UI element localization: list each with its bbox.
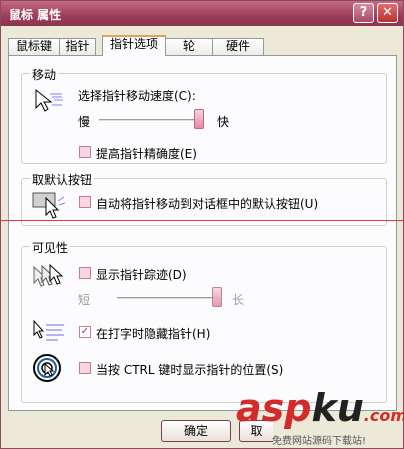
trails-slider-thumb[interactable] xyxy=(211,287,222,307)
watermark-tagline: 免费网站源码下载站! xyxy=(272,436,367,447)
show-location-label: 当按 CTRL 键时显示指针的位置(S) xyxy=(96,363,284,377)
speed-label: 选择指针移动速度(C): xyxy=(78,89,196,103)
tab-pointer-options[interactable]: 指针选项 xyxy=(102,35,166,56)
snap-to-group-label: 取默认按钮 xyxy=(30,171,95,188)
help-button[interactable]: ? xyxy=(353,3,374,23)
show-location-icon xyxy=(32,353,64,385)
tab-hardware[interactable]: 硬件 xyxy=(212,38,264,55)
precision-label: 提高指针精确度(E) xyxy=(96,147,197,161)
fast-label: 快 xyxy=(217,115,230,129)
tab-wheel[interactable]: 轮 xyxy=(165,38,213,55)
long-label: 长 xyxy=(232,293,245,307)
visibility-group: 可见性 显示指针踪迹(D) 短 长 ✓ 在打字时隐藏指针(H) 当按 CTRL … xyxy=(21,239,387,403)
watermark-brand-ku: ku xyxy=(311,386,364,430)
snap-to-default-icon xyxy=(32,189,66,219)
slow-label: 慢 xyxy=(78,115,91,129)
pointer-speed-icon xyxy=(32,88,64,114)
ok-button[interactable]: 确定 xyxy=(161,420,231,442)
annotation-line xyxy=(0,220,404,221)
close-button[interactable]: ✕ xyxy=(377,3,398,23)
window-title: 鼠标 属性 xyxy=(9,8,62,22)
tab-pointers[interactable]: 指针 xyxy=(59,38,96,55)
snap-to-label: 自动将指针移动到对话框中的默认按钮(U) xyxy=(96,197,319,211)
short-label: 短 xyxy=(78,293,91,307)
tab-panel: 移动 选择指针移动速度(C): 慢 快 提高指针精确度(E) 取默认按钮 自动将… xyxy=(8,55,397,411)
speed-slider-track[interactable] xyxy=(99,119,201,122)
watermark-brand-asp: asp xyxy=(236,386,312,430)
trails-slider-track[interactable] xyxy=(117,297,219,300)
show-location-checkbox[interactable] xyxy=(79,362,91,374)
snap-to-checkbox[interactable] xyxy=(79,196,91,208)
trails-label: 显示指针踪迹(D) xyxy=(96,268,187,282)
speed-slider-thumb[interactable] xyxy=(193,109,204,129)
watermark: aspku.com 免费网站源码下载站! xyxy=(236,386,404,447)
snap-to-group: 取默认按钮 自动将指针移动到对话框中的默认按钮(U) xyxy=(21,171,387,226)
precision-checkbox[interactable] xyxy=(79,146,91,158)
tab-buttons[interactable]: 鼠标键 xyxy=(8,38,60,55)
trails-checkbox[interactable] xyxy=(79,267,91,279)
pointer-trails-icon xyxy=(32,261,66,289)
watermark-brand-com: .com xyxy=(363,406,404,425)
title-bar[interactable]: 鼠标 属性 ? ✕ xyxy=(1,1,403,26)
hide-while-typing-icon xyxy=(32,319,66,343)
motion-group-label: 移动 xyxy=(30,66,59,83)
hide-while-typing-label: 在打字时隐藏指针(H) xyxy=(96,327,211,341)
motion-group: 移动 选择指针移动速度(C): 慢 快 提高指针精确度(E) xyxy=(21,66,387,164)
hide-while-typing-checkbox[interactable]: ✓ xyxy=(79,326,91,338)
mouse-properties-window: 鼠标 属性 ? ✕ 鼠标键 指针 指针选项 轮 硬件 移动 选择指针移动速度(C… xyxy=(0,0,404,449)
visibility-group-label: 可见性 xyxy=(30,239,71,256)
